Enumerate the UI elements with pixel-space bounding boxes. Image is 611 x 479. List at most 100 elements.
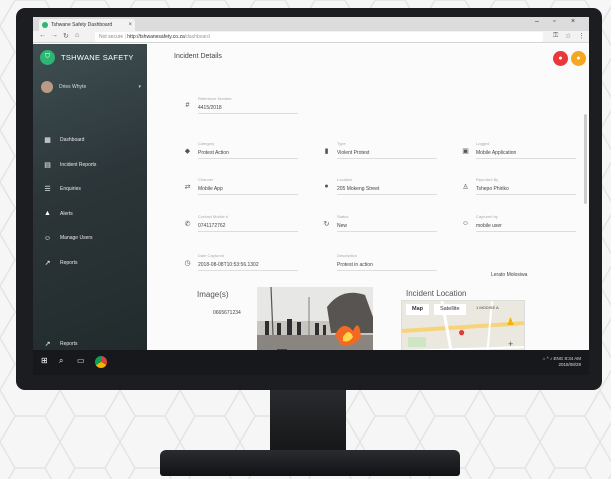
star-icon[interactable]: ☆ <box>565 32 571 40</box>
monitor-stand-base <box>160 450 460 476</box>
pegman-icon[interactable]: ♟ <box>506 317 515 328</box>
sidebar-item-label: Manage Users <box>60 235 93 242</box>
field-label: Description <box>337 253 358 258</box>
incident-details-panel: Incident Details ● ● # Reference Number … <box>147 44 589 350</box>
task-view-icon[interactable]: ▭ <box>77 356 85 365</box>
browser-tab[interactable]: Tshwane Safety Dashboard × <box>39 19 135 31</box>
brand[interactable]: ⛉ TSHWANE SAFETY <box>40 49 134 65</box>
edit-button[interactable]: ● <box>571 51 586 66</box>
sidebar-item-manage-users[interactable]: ☺ Manage Users <box>43 226 143 251</box>
clock-time: 8:34 AM <box>564 356 581 361</box>
location-title: Incident Location <box>406 289 467 298</box>
zoom-in-icon[interactable]: + <box>508 339 513 349</box>
field-label: Logged <box>476 141 490 146</box>
search-icon[interactable]: ⌕ <box>59 356 63 366</box>
field-value: 2018-08-08T10:53:56.1302 <box>198 262 259 268</box>
field-value: Mobile App <box>198 186 223 192</box>
url-input[interactable]: Not secure | http://tshwanesafety.co.za/… <box>95 32 543 42</box>
system-tray[interactable]: ⌂ ^ ♪ ENG 8:34 AM 2018/08/29 <box>543 356 581 368</box>
image-caption: 0665671234 <box>213 310 241 316</box>
tag-icon: ◆ <box>184 148 191 155</box>
user-name: Dries Whyte <box>59 84 87 90</box>
field-underline <box>198 194 298 195</box>
field-label: Channel <box>198 177 213 182</box>
field-label: Contact Mobile # <box>198 214 229 219</box>
address-bar: ← → ↻ ⌂ Not secure | http://tshwanesafet… <box>33 31 589 43</box>
field-label: Category <box>198 141 215 146</box>
key-icon[interactable]: ⚿ <box>553 32 558 40</box>
field-value: Protest Action <box>198 150 229 156</box>
forward-icon[interactable]: → <box>51 32 58 39</box>
windows-start-icon[interactable]: ⊞ <box>41 356 48 365</box>
map-street-label: 1 MODISE A <box>476 305 499 310</box>
close-tab-icon[interactable]: × <box>128 19 132 31</box>
sidebar-item-alerts[interactable]: ▲ Alerts <box>43 202 143 227</box>
assignee-name: Lerato Molosiwa <box>491 272 528 278</box>
incident-photo[interactable] <box>257 287 373 350</box>
incident-map[interactable]: Map Satellite 1 MODISE A ● ♟ + <box>401 300 525 350</box>
minimize-icon[interactable]: – <box>535 18 539 25</box>
avatar <box>41 81 53 93</box>
screen: Tshwane Safety Dashboard × – ▫ × ← → ↻ ⌂… <box>33 17 589 375</box>
sidebar-item-label: Enquiries <box>60 186 81 193</box>
sidebar-item-incident-reports[interactable]: ▤ Incident Reports <box>43 153 143 178</box>
book-icon: ▣ <box>462 148 469 155</box>
sidebar-item-enquiries[interactable]: ☰ Enquiries <box>43 177 143 202</box>
close-window-icon[interactable]: × <box>571 18 575 25</box>
field-underline <box>337 158 437 159</box>
field-value: Mobile Application <box>476 150 517 156</box>
brand-name: TSHWANE SAFETY <box>61 52 134 62</box>
sidebar-menu: ▦ Dashboard ▤ Incident Reports ☰ Enquiri… <box>43 128 143 275</box>
user-profile[interactable]: Dries Whyte ▾ <box>41 80 141 94</box>
clock-icon: ◷ <box>184 260 191 267</box>
menu-icon[interactable]: ⋮ <box>578 32 585 40</box>
language-indicator: ENG <box>553 356 564 361</box>
trend-icon: ↗ <box>44 259 51 267</box>
bookmark-icon: ▮ <box>324 148 329 155</box>
url-path: /dashboard <box>184 34 210 40</box>
refresh-icon: ↻ <box>323 221 330 228</box>
map-tab-satellite[interactable]: Satellite <box>434 304 466 315</box>
field-underline <box>337 270 437 271</box>
url-host: http://tshwanesafety.co.za <box>127 34 185 40</box>
sidebar: ⛉ TSHWANE SAFETY Dries Whyte ▾ ▦ Dashboa… <box>33 44 147 350</box>
phone-icon: ✆ <box>184 221 191 228</box>
field-underline <box>337 194 437 195</box>
chrome-icon[interactable] <box>95 356 107 368</box>
delete-button[interactable]: ● <box>553 51 568 66</box>
sidebar-item-reports[interactable]: ↗ Reports <box>43 251 143 276</box>
sidebar-item-dashboard[interactable]: ▦ Dashboard <box>43 128 143 153</box>
field-underline <box>337 231 437 232</box>
field-label: Type <box>337 141 346 146</box>
network-icon: ⌂ ^ ♪ <box>542 356 554 361</box>
browser-tab-bar: Tshwane Safety Dashboard × – ▫ × <box>33 17 589 31</box>
field-underline <box>198 270 298 271</box>
reports-icon: ▤ <box>44 161 51 169</box>
shield-logo-icon: ⛉ <box>40 49 55 65</box>
field-label: Date Captured <box>198 253 225 258</box>
users-icon: ☺ <box>43 234 52 242</box>
scrollbar[interactable] <box>584 114 587 204</box>
field-label: Reference Number <box>198 96 232 101</box>
map-tab-map[interactable]: Map <box>406 304 429 315</box>
field-value: New <box>337 223 348 229</box>
enquiries-icon: ☰ <box>44 186 51 194</box>
protest-photo-image <box>257 287 373 350</box>
maximize-icon[interactable]: ▫ <box>553 18 555 25</box>
field-underline <box>476 231 576 232</box>
monitor: Tshwane Safety Dashboard × – ▫ × ← → ↻ ⌂… <box>16 8 602 390</box>
windows-taskbar: ⊞ ⌕ ▭ ⌂ ^ ♪ ENG 8:34 AM 2018/08/29 <box>33 350 589 375</box>
chevron-down-icon: ▾ <box>138 84 141 90</box>
field-value: mobile user <box>476 223 502 229</box>
field-value: Tshepo Phiriko <box>476 186 509 192</box>
sidebar-item-label: Reports <box>60 259 78 266</box>
page-title: Incident Details <box>174 53 222 60</box>
reload-icon[interactable]: ↻ <box>63 32 69 40</box>
bell-icon: ▲ <box>44 210 51 218</box>
home-icon[interactable]: ⌂ <box>75 32 79 39</box>
sidebar-item-label: Incident Reports <box>60 161 97 168</box>
back-icon[interactable]: ← <box>39 32 46 39</box>
sidebar-item-label: Reports <box>60 341 78 348</box>
face-icon: ☺ <box>461 220 470 227</box>
field-value: 0741172762 <box>198 223 226 229</box>
